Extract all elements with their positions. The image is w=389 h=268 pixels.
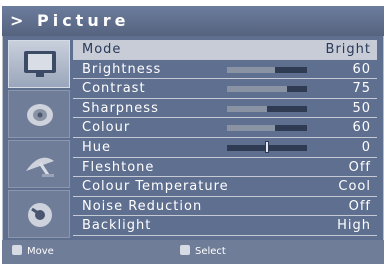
menu-row-value: Off xyxy=(348,159,371,175)
sidebar-item-channel[interactable] xyxy=(8,140,70,188)
menu-row-backlight[interactable]: Backlight High xyxy=(73,216,377,236)
footer-hints: Move Select xyxy=(2,240,384,264)
move-hint: Move xyxy=(12,240,54,264)
menu-row-label: Contrast xyxy=(82,81,146,97)
menu-title: > Picture xyxy=(2,6,384,36)
menu-row-value: 50 xyxy=(352,100,371,116)
menu-row-fleshtone[interactable]: Fleshtone Off xyxy=(73,158,377,178)
select-hint-label: Select xyxy=(195,246,226,257)
slider-fill xyxy=(227,105,267,112)
menu-row-value: 60 xyxy=(352,61,371,77)
slider-fill xyxy=(227,125,275,132)
menu-row-value: Cool xyxy=(338,179,371,195)
menu-row-value: High xyxy=(337,218,371,234)
menu-row-hue[interactable]: Hue 0 xyxy=(73,138,377,158)
menu-row-noise-reduction[interactable]: Noise Reduction Off xyxy=(73,197,377,217)
menu-row-colour[interactable]: Colour 60 xyxy=(73,118,377,138)
select-hint: Select xyxy=(180,240,226,264)
menu-row-value: 60 xyxy=(352,120,371,136)
menu-row-label: Colour Temperature xyxy=(82,179,229,195)
colour-slider[interactable] xyxy=(227,125,307,132)
menu-row-contrast[interactable]: Contrast 75 xyxy=(73,79,377,99)
menu-row-mode[interactable]: Mode Bright xyxy=(73,40,377,60)
move-hint-label: Move xyxy=(27,246,54,257)
menu-row-label: Mode xyxy=(82,42,122,57)
hue-slider[interactable] xyxy=(227,140,307,153)
menu-row-value: 75 xyxy=(352,81,371,97)
menu-row-sharpness[interactable]: Sharpness 50 xyxy=(73,99,377,119)
contrast-slider[interactable] xyxy=(227,86,307,93)
sharpness-slider[interactable] xyxy=(227,105,307,112)
sidebar-item-setup[interactable] xyxy=(8,190,70,238)
sidebar xyxy=(8,40,70,240)
menu-row-brightness[interactable]: Brightness 60 xyxy=(73,60,377,80)
menu-row-value: 0 xyxy=(361,139,371,155)
menu-row-label: Colour xyxy=(82,120,131,136)
menu-row-label: Noise Reduction xyxy=(82,198,203,214)
move-key-icon xyxy=(12,245,22,255)
settings-disc-icon xyxy=(28,203,52,227)
menu-row-label: Backlight xyxy=(82,218,152,234)
satellite-dish-icon xyxy=(26,157,54,177)
slider-fill xyxy=(227,86,287,93)
brightness-slider[interactable] xyxy=(227,66,307,73)
hue-marker[interactable] xyxy=(265,140,269,153)
picture-menu: Mode Bright Brightness 60 Contrast 75 Sh… xyxy=(73,40,377,236)
select-key-icon xyxy=(180,245,190,255)
speaker-icon xyxy=(27,104,53,126)
tv-screen-icon xyxy=(24,51,56,77)
sidebar-item-sound[interactable] xyxy=(8,90,70,138)
menu-row-colour-temperature[interactable]: Colour Temperature Cool xyxy=(73,177,377,197)
menu-row-label: Hue xyxy=(82,139,112,155)
menu-row-value: Off xyxy=(348,198,371,214)
menu-row-label: Fleshtone xyxy=(82,159,155,175)
menu-row-label: Brightness xyxy=(82,61,162,77)
slider-fill xyxy=(227,66,275,73)
menu-row-value: Bright xyxy=(325,42,371,57)
sidebar-item-picture[interactable] xyxy=(8,40,70,88)
menu-row-label: Sharpness xyxy=(82,100,159,116)
